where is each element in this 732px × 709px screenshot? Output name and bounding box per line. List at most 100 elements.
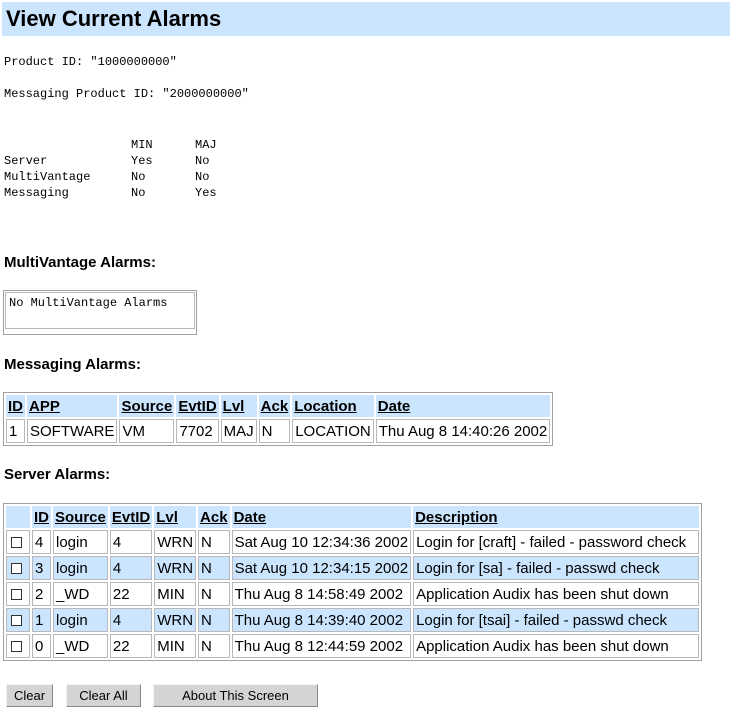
status-row-maj: No [195, 170, 210, 184]
status-row-name: Server [4, 154, 48, 168]
cell-evtid: 4 [109, 530, 153, 554]
table-row: 1 SOFTWARE VM 7702 MAJ N LOCATION Thu Au… [6, 419, 551, 443]
col-ack[interactable]: Ack [198, 506, 230, 528]
cell-ack: N [198, 634, 230, 658]
cell-ack: N [258, 419, 291, 443]
cell-date: Thu Aug 8 14:58:49 2002 [231, 582, 412, 606]
row-checkbox[interactable] [11, 615, 22, 627]
col-date[interactable]: Date [375, 395, 551, 417]
select-cell [6, 634, 30, 658]
col-ack[interactable]: Ack [258, 395, 291, 417]
status-row-min: No [131, 186, 146, 200]
cell-id: 1 [32, 608, 51, 632]
status-row-name: MultiVantage [4, 170, 91, 184]
cell-source: _WD [53, 634, 108, 658]
col-date[interactable]: Date [231, 506, 412, 528]
messaging-heading: Messaging Alarms: [4, 356, 141, 373]
row-checkbox[interactable] [11, 589, 22, 601]
multivantage-alarms-box: No MultiVantage Alarms [3, 290, 197, 335]
cell-lvl: WRN [154, 530, 197, 554]
messaging-product-id: Messaging Product ID: "2000000000" [4, 87, 249, 101]
clear-button[interactable]: Clear [6, 684, 53, 707]
table-header-row: ID Source EvtID Lvl Ack Date Description [6, 506, 700, 528]
cell-date: Sat Aug 10 12:34:15 2002 [231, 556, 412, 580]
cell-source: _WD [53, 582, 108, 606]
page-title: View Current Alarms [6, 6, 222, 31]
cell-ack: N [198, 530, 230, 554]
table-header-row: ID APP Source EvtID Lvl Ack Location Dat… [6, 395, 551, 417]
cell-source: login [53, 608, 108, 632]
col-lvl[interactable]: Lvl [220, 395, 257, 417]
col-source[interactable]: Source [119, 395, 175, 417]
about-screen-button[interactable]: About This Screen [153, 684, 318, 707]
table-row: 0 _WD 22 MIN N Thu Aug 8 12:44:59 2002 A… [6, 634, 700, 658]
cell-ack: N [198, 556, 230, 580]
cell-evtid: 22 [109, 634, 153, 658]
row-checkbox[interactable] [11, 563, 22, 575]
row-checkbox[interactable] [11, 537, 22, 549]
cell-date: Sat Aug 10 12:34:36 2002 [231, 530, 412, 554]
cell-evtid: 7702 [176, 419, 219, 443]
messaging-alarms-table: ID APP Source EvtID Lvl Ack Location Dat… [3, 392, 554, 446]
clear-all-button[interactable]: Clear All [66, 684, 141, 707]
cell-source: login [53, 530, 108, 554]
cell-description: Login for [craft] - failed - password ch… [413, 530, 700, 554]
status-row-name: Messaging [4, 186, 69, 200]
col-select [6, 506, 30, 528]
table-row: 3 login 4 WRN N Sat Aug 10 12:34:15 2002… [6, 556, 700, 580]
cell-date: Thu Aug 8 14:40:26 2002 [375, 419, 551, 443]
cell-evtid: 4 [109, 608, 153, 632]
cell-id: 3 [32, 556, 51, 580]
status-header-maj: MAJ [195, 138, 217, 152]
cell-lvl: WRN [154, 608, 197, 632]
col-lvl[interactable]: Lvl [154, 506, 197, 528]
cell-id: 2 [32, 582, 51, 606]
row-checkbox[interactable] [11, 641, 22, 653]
select-cell [6, 556, 30, 580]
status-row-maj: No [195, 154, 210, 168]
table-row: 4 login 4 WRN N Sat Aug 10 12:34:36 2002… [6, 530, 700, 554]
cell-ack: N [198, 608, 230, 632]
server-alarms-table: ID Source EvtID Lvl Ack Date Description… [3, 503, 703, 661]
select-cell [6, 530, 30, 554]
cell-app: SOFTWARE [27, 419, 118, 443]
col-app[interactable]: APP [27, 395, 118, 417]
col-description[interactable]: Description [413, 506, 700, 528]
col-location[interactable]: Location [292, 395, 374, 417]
status-row-min: No [131, 170, 146, 184]
col-evtid[interactable]: EvtID [109, 506, 153, 528]
status-header-min: MIN [131, 138, 153, 152]
cell-id: 4 [32, 530, 51, 554]
select-cell [6, 608, 30, 632]
col-id[interactable]: ID [32, 506, 51, 528]
cell-lvl: WRN [154, 556, 197, 580]
cell-ack: N [198, 582, 230, 606]
table-row: 1 login 4 WRN N Thu Aug 8 14:39:40 2002 … [6, 608, 700, 632]
cell-location: LOCATION [292, 419, 374, 443]
multivantage-heading: MultiVantage Alarms: [4, 254, 156, 271]
col-id[interactable]: ID [6, 395, 25, 417]
cell-date: Thu Aug 8 14:39:40 2002 [231, 608, 412, 632]
title-bar: View Current Alarms [2, 2, 730, 36]
multivantage-empty-message: No MultiVantage Alarms [5, 292, 195, 329]
status-row-min: Yes [131, 154, 153, 168]
cell-lvl: MIN [154, 634, 197, 658]
cell-description: Application Audix has been shut down [413, 634, 700, 658]
product-id: Product ID: "1000000000" [4, 55, 177, 69]
cell-lvl: MAJ [220, 419, 257, 443]
cell-lvl: MIN [154, 582, 197, 606]
status-row-maj: Yes [195, 186, 217, 200]
cell-evtid: 22 [109, 582, 153, 606]
col-evtid[interactable]: EvtID [176, 395, 219, 417]
select-cell [6, 582, 30, 606]
cell-source: VM [119, 419, 175, 443]
cell-id: 0 [32, 634, 51, 658]
col-source[interactable]: Source [53, 506, 108, 528]
cell-date: Thu Aug 8 12:44:59 2002 [231, 634, 412, 658]
server-heading: Server Alarms: [4, 466, 111, 483]
cell-description: Application Audix has been shut down [413, 582, 700, 606]
cell-id: 1 [6, 419, 25, 443]
cell-description: Login for [tsai] - failed - passwd check [413, 608, 700, 632]
cell-source: login [53, 556, 108, 580]
table-row: 2 _WD 22 MIN N Thu Aug 8 14:58:49 2002 A… [6, 582, 700, 606]
